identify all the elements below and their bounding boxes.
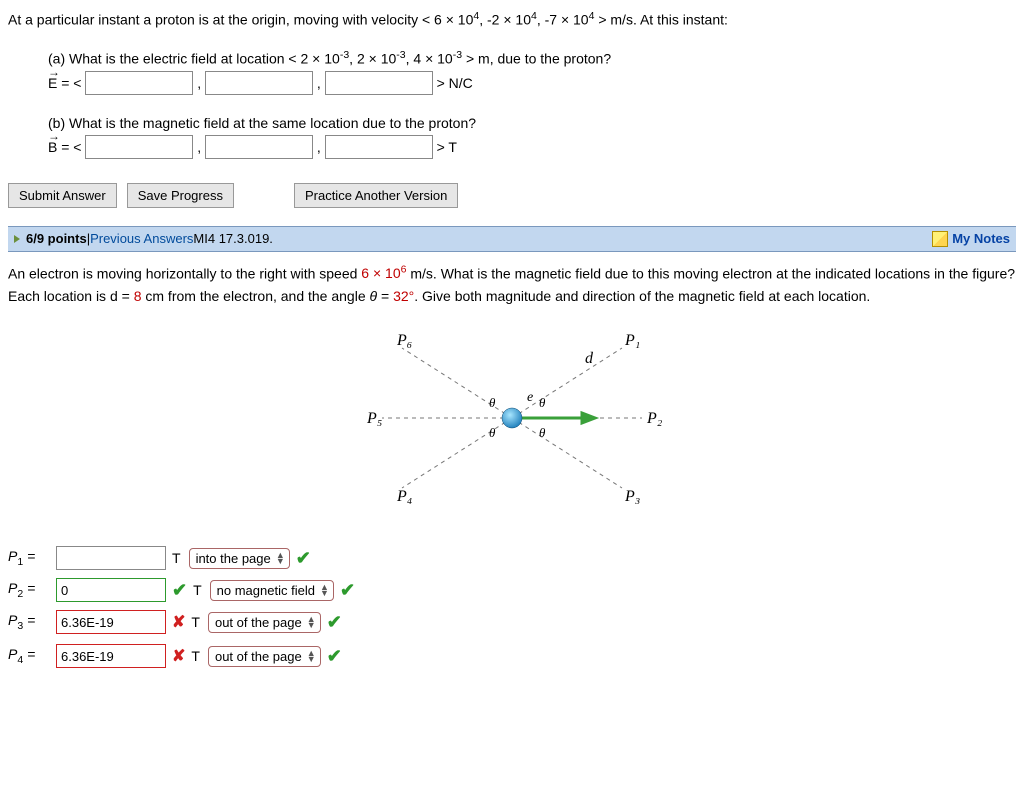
unit-label: T	[172, 550, 181, 566]
p3-label: P3 =	[8, 612, 50, 632]
note-icon	[932, 231, 948, 247]
p1-value-input[interactable]	[56, 546, 166, 570]
svg-text:P₆: P₆	[396, 332, 412, 349]
my-notes-link[interactable]: My Notes	[952, 231, 1010, 246]
p2-value-input[interactable]	[56, 578, 166, 602]
b-y-input[interactable]	[205, 135, 313, 159]
svg-text:P₃: P₃	[624, 488, 640, 505]
p4-row: P4 = ✘ T out of the page ▲▼ ✔	[8, 642, 1016, 670]
p3-value-input[interactable]	[56, 610, 166, 634]
svg-text:P₂: P₂	[646, 410, 663, 427]
e-y-input[interactable]	[205, 71, 313, 95]
svg-text:θ: θ	[489, 395, 496, 410]
q1-intro: At a particular instant a proton is at t…	[8, 8, 1016, 31]
p2-direction-select[interactable]: no magnetic field ▲▼	[210, 580, 334, 601]
check-icon: ✔	[340, 580, 355, 601]
cross-icon: ✘	[172, 646, 185, 666]
q1-part-a: (a) What is the electric field at locati…	[48, 49, 1016, 67]
p3-direction-select[interactable]: out of the page ▲▼	[208, 612, 321, 633]
e-x-input[interactable]	[85, 71, 193, 95]
p2-label: P2 =	[8, 580, 50, 600]
check-icon: ✔	[296, 548, 311, 569]
p3-row: P3 = ✘ T out of the page ▲▼ ✔	[8, 610, 1016, 634]
question-code: MI4 17.3.019.	[193, 231, 273, 246]
q1-b-input-row: B = < , , > T	[48, 135, 1016, 159]
svg-text:d: d	[585, 350, 594, 367]
unit-label: T	[193, 582, 202, 598]
check-icon: ✔	[327, 646, 342, 667]
b-z-input[interactable]	[325, 135, 433, 159]
p1-direction-select[interactable]: into the page ▲▼	[189, 548, 290, 569]
figure: P₆ P₁ P₅ P₂ P₄ P₃ d e θ θ θ θ	[8, 323, 1016, 516]
q2-text: An electron is moving horizontally to th…	[8, 262, 1016, 307]
unit-label: T	[191, 614, 200, 630]
b-x-input[interactable]	[85, 135, 193, 159]
p1-row: P1 = T into the page ▲▼ ✔	[8, 546, 1016, 570]
e-z-input[interactable]	[325, 71, 433, 95]
q1-part-b: (b) What is the magnetic field at the sa…	[48, 115, 1016, 131]
check-icon: ✔	[172, 580, 187, 601]
svg-text:θ: θ	[539, 395, 546, 410]
svg-text:P₄: P₄	[396, 488, 412, 505]
p2-row: P2 = ✔ T no magnetic field ▲▼ ✔	[8, 578, 1016, 602]
q1-e-input-row: E = < , , > N/C	[48, 71, 1016, 95]
p1-label: P1 =	[8, 548, 50, 568]
svg-text:e: e	[527, 390, 533, 405]
svg-text:θ: θ	[489, 425, 496, 440]
p4-value-input[interactable]	[56, 644, 166, 668]
practice-another-button[interactable]: Practice Another Version	[294, 183, 458, 208]
cross-icon: ✘	[172, 612, 185, 632]
svg-text:θ: θ	[539, 425, 546, 440]
check-icon: ✔	[327, 612, 342, 633]
submit-answer-button[interactable]: Submit Answer	[8, 183, 117, 208]
p4-label: P4 =	[8, 646, 50, 666]
svg-text:P₁: P₁	[624, 332, 640, 349]
expand-triangle-icon[interactable]	[14, 235, 20, 243]
unit-label: T	[191, 648, 200, 664]
previous-answers-link[interactable]: Previous Answers	[90, 231, 193, 246]
vector-e-label: E	[48, 73, 57, 91]
vector-b-label: B	[48, 137, 57, 155]
save-progress-button[interactable]: Save Progress	[127, 183, 234, 208]
question-header-bar: 6/9 points | Previous Answers MI4 17.3.0…	[8, 226, 1016, 252]
answer-grid: P1 = T into the page ▲▼ ✔ P2 = ✔ T no ma…	[8, 546, 1016, 670]
points-label: 6/9 points	[26, 231, 87, 246]
svg-text:P₅: P₅	[366, 410, 382, 427]
p4-direction-select[interactable]: out of the page ▲▼	[208, 646, 321, 667]
